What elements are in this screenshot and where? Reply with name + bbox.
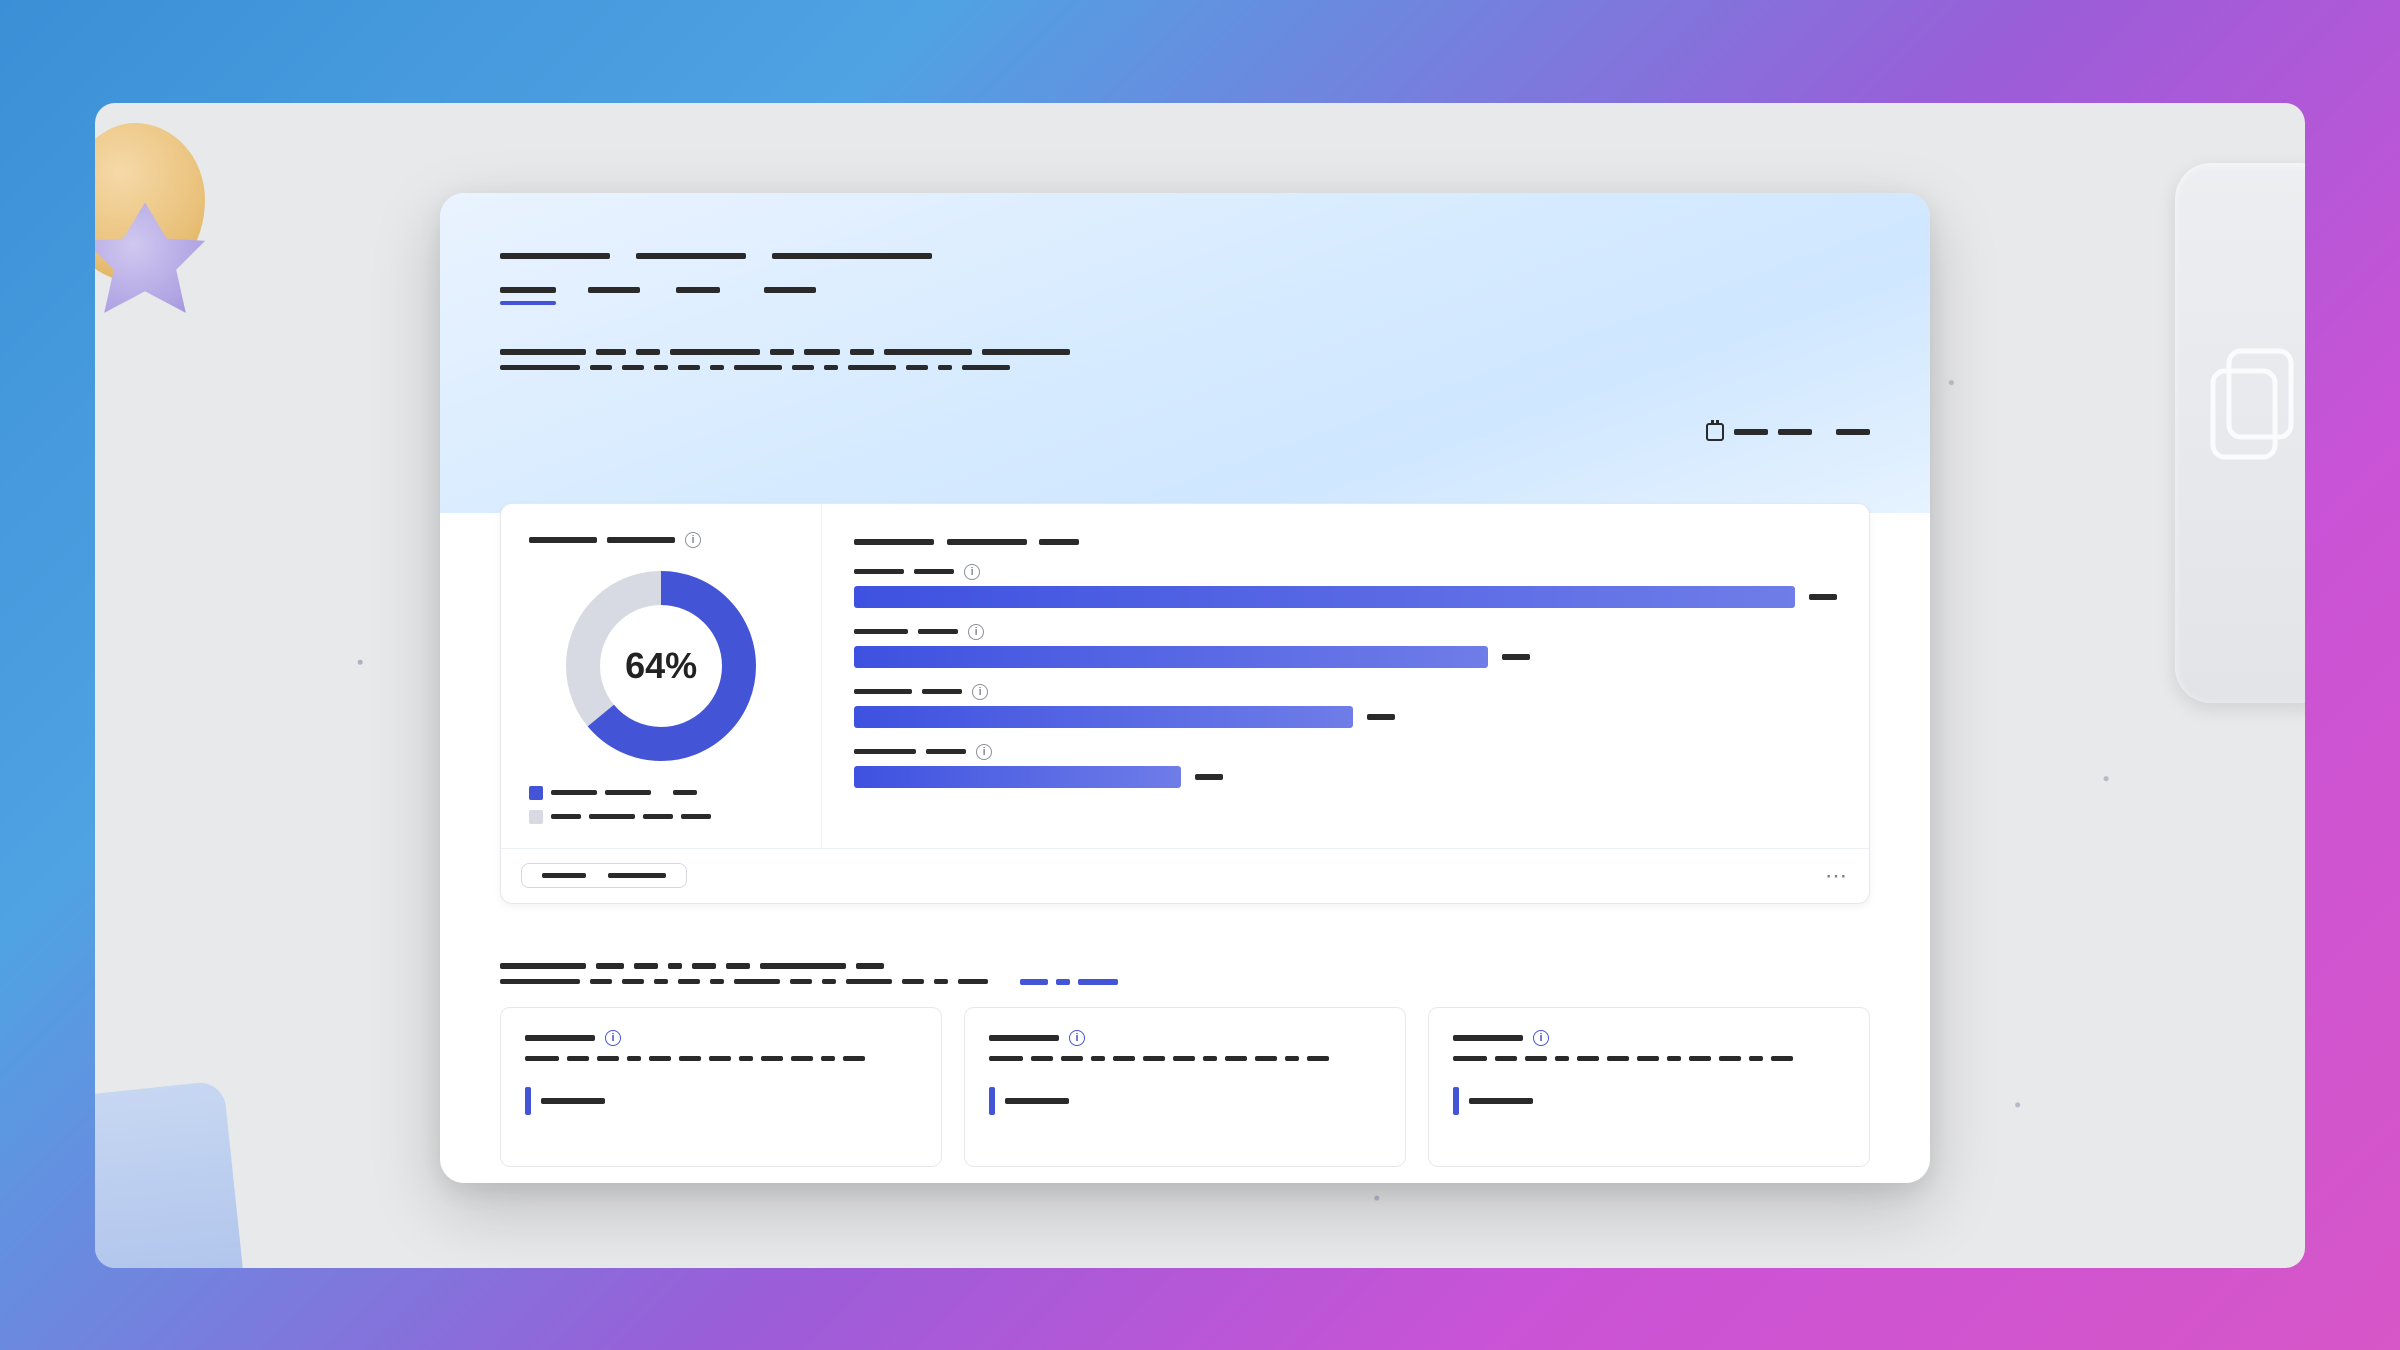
bar-fill	[854, 766, 1180, 788]
section-2: iii	[500, 963, 1870, 1167]
mini-card-bar	[989, 1087, 1381, 1115]
bar-label: i	[854, 684, 1837, 700]
bar-row	[854, 586, 1837, 608]
bar-group: i	[854, 744, 1837, 788]
bar-label: i	[854, 624, 1837, 640]
bar-group: i	[854, 684, 1837, 728]
accent-strip-icon	[989, 1087, 995, 1115]
info-icon[interactable]: i	[968, 624, 984, 640]
section-2-subtitle	[500, 979, 1870, 985]
calendar-icon	[1706, 423, 1724, 441]
header-desc-2	[500, 365, 1870, 370]
breadcrumb	[500, 253, 1870, 259]
donut-panel: i 64%	[501, 504, 822, 848]
bar-group: i	[854, 564, 1837, 608]
info-icon[interactable]: i	[1069, 1030, 1085, 1046]
bars-panel: i i i i	[822, 504, 1869, 848]
desktop-background: i 64%	[95, 103, 2305, 1268]
mini-cards-row: iii	[500, 1007, 1870, 1167]
section-2-title	[500, 963, 1870, 969]
app-header	[440, 193, 1930, 513]
mini-card-title: i	[989, 1030, 1381, 1046]
bar-value	[1195, 774, 1223, 780]
metric-card: i 64%	[500, 503, 1870, 904]
legend-item	[529, 786, 793, 800]
more-menu-icon[interactable]: ⋯	[1825, 863, 1849, 889]
bar-row	[854, 646, 1837, 668]
legend-swatch	[529, 786, 543, 800]
breadcrumb-seg	[500, 253, 610, 259]
info-icon[interactable]: i	[1533, 1030, 1549, 1046]
info-icon[interactable]: i	[972, 684, 988, 700]
donut-center-value: 64%	[561, 566, 761, 766]
mini-card[interactable]: i	[1428, 1007, 1870, 1167]
bar-fill	[854, 586, 1795, 608]
tab-2[interactable]	[676, 287, 732, 305]
mini-card-bar	[525, 1087, 917, 1115]
bar-row	[854, 766, 1837, 788]
mini-card-bar	[1453, 1087, 1845, 1115]
header-desc	[500, 349, 1870, 355]
info-icon[interactable]: i	[685, 532, 701, 548]
mini-card-desc	[525, 1056, 917, 1061]
info-icon[interactable]: i	[605, 1030, 621, 1046]
app-window: i 64%	[440, 193, 1930, 1183]
accent-strip-icon	[525, 1087, 531, 1115]
mini-card[interactable]: i	[964, 1007, 1406, 1167]
mini-card-title: i	[525, 1030, 917, 1046]
date-range-picker[interactable]	[1706, 423, 1870, 441]
bar-group: i	[854, 624, 1837, 668]
background-window-peek	[2175, 163, 2305, 703]
accent-strip-icon	[1453, 1087, 1459, 1115]
info-icon[interactable]: i	[964, 564, 980, 580]
mini-card-title: i	[1453, 1030, 1845, 1046]
bar-fill	[854, 646, 1488, 668]
bar-row	[854, 706, 1837, 728]
bar-label: i	[854, 744, 1837, 760]
mini-card[interactable]: i	[500, 1007, 942, 1167]
decorative-block	[95, 1080, 246, 1268]
mini-card-desc	[989, 1056, 1381, 1061]
footer-action-button[interactable]	[521, 863, 687, 888]
metric-footer: ⋯	[501, 848, 1869, 903]
bar-fill	[854, 706, 1353, 728]
tab-3[interactable]	[764, 287, 820, 305]
bar-value	[1367, 714, 1395, 720]
breadcrumb-seg	[636, 253, 746, 259]
tab-1[interactable]	[588, 287, 644, 305]
tab-0[interactable]	[500, 287, 556, 305]
section-2-link[interactable]	[1020, 979, 1118, 985]
donut-chart: 64%	[561, 566, 761, 766]
tab-row	[500, 287, 1870, 305]
bars-title	[854, 532, 1837, 550]
breadcrumb-seg	[772, 253, 932, 259]
donut-title: i	[529, 532, 793, 548]
bar-label: i	[854, 564, 1837, 580]
bar-value	[1809, 594, 1837, 600]
donut-legend	[529, 786, 793, 824]
legend-swatch	[529, 810, 543, 824]
info-icon[interactable]: i	[976, 744, 992, 760]
legend-item	[529, 810, 793, 824]
mini-card-desc	[1453, 1056, 1845, 1061]
stacked-cards-icon	[2203, 343, 2303, 473]
bar-value	[1502, 654, 1530, 660]
